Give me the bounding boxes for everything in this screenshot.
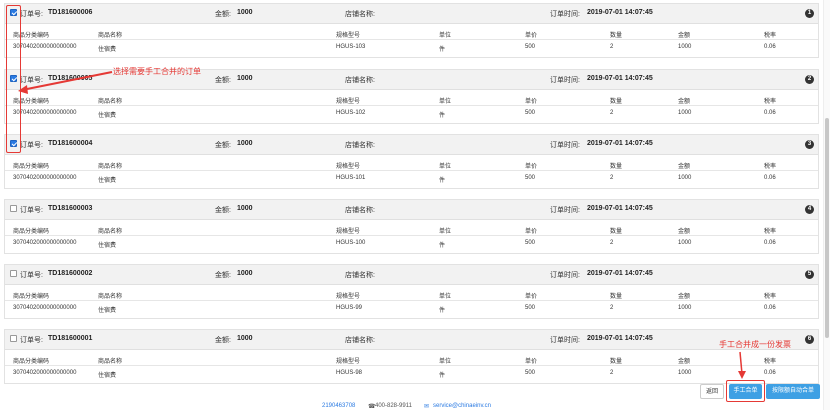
manual-merge-highlight	[726, 380, 765, 402]
mail-icon: ✉	[424, 404, 430, 410]
auto-merge-button[interactable]: 按限额自动合单	[766, 384, 820, 399]
merge-invoice-note: 手工合并成一份发票	[719, 340, 791, 349]
select-orders-note: 选择需要手工合并的订单	[113, 67, 201, 76]
footer: 2190463708 ☎ 400-828-9911 ✉ service@chin…	[0, 402, 824, 410]
footer-phone: 400-828-9911	[375, 403, 412, 409]
page-scrollbar[interactable]	[823, 0, 830, 410]
scrollbar-thumb[interactable]	[825, 118, 829, 338]
footer-email[interactable]: service@chinaeinv.cn	[433, 403, 491, 409]
annotation-arrow	[18, 71, 746, 379]
footer-qq[interactable]: 2190463708	[322, 403, 355, 409]
back-button[interactable]: 返回	[700, 384, 724, 399]
